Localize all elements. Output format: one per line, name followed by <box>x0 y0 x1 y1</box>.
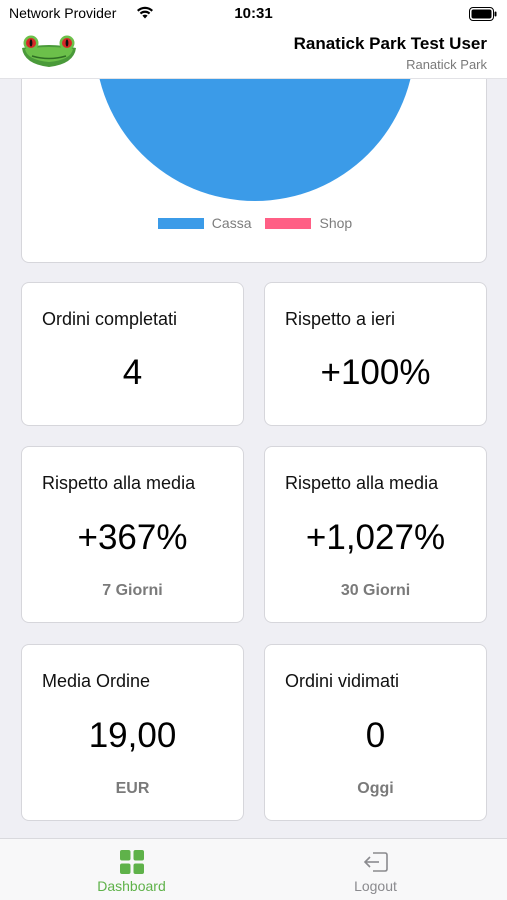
stat-card-vs-avg-7-days: Rispetto alla media +367% 7 Giorni <box>21 446 244 623</box>
chart-legend: Cassa Shop <box>22 214 486 232</box>
logout-icon <box>363 852 388 872</box>
stat-card-validated-orders: Ordini vidimati 0 Oggi <box>264 644 487 821</box>
card-title: Rispetto a ieri <box>285 309 396 329</box>
legend-label: Shop <box>319 215 353 231</box>
card-title: Rispetto alla media <box>42 473 196 493</box>
card-value: +367% <box>77 518 188 557</box>
app-header: Ranatick Park Test User Ranatick Park <box>0 28 507 79</box>
card-title: Ordini vidimati <box>285 671 400 691</box>
stat-card-vs-avg-30-days: Rispetto alla media +1,027% 30 Giorni <box>264 446 487 623</box>
grid-icon <box>119 850 144 874</box>
tab-label: Logout <box>354 878 397 894</box>
legend-swatch <box>265 217 312 229</box>
legend-swatch <box>157 217 204 229</box>
park-name: Ranatick Park <box>406 57 487 72</box>
stat-card-completed-orders: Ordini completati 4 <box>21 282 244 426</box>
pie-slice-cassa <box>96 61 414 201</box>
frog-logo-icon <box>22 35 76 67</box>
legend-label: Cassa <box>211 215 252 231</box>
stat-card-avg-order: Media Ordine 19,00 EUR <box>21 644 244 821</box>
card-title: Media Ordine <box>42 671 151 691</box>
user-name: Ranatick Park Test User <box>293 34 487 53</box>
status-bar: Network Provider 10:31 <box>0 0 507 28</box>
card-subtitle: 30 Giorni <box>340 582 411 599</box>
status-time: 10:31 <box>234 5 273 22</box>
card-title: Rispetto alla media <box>285 473 439 493</box>
tab-logout[interactable]: Logout <box>249 839 502 900</box>
pie-chart <box>96 61 414 201</box>
card-value: 4 <box>122 353 143 392</box>
stat-card-vs-yesterday: Rispetto a ieri +100% <box>264 282 487 426</box>
tab-label: Dashboard <box>97 878 166 894</box>
tab-dashboard[interactable]: Dashboard <box>5 839 258 900</box>
tab-bar: Dashboard Logout <box>0 838 507 900</box>
legend-item-shop: Shop <box>265 215 352 231</box>
legend-item-cassa: Cassa <box>157 215 252 231</box>
card-value: +100% <box>320 353 431 392</box>
card-value: 19,00 <box>88 716 177 755</box>
sales-chart-card: Cassa Shop <box>21 60 487 263</box>
card-value: +1,027% <box>305 518 446 557</box>
card-subtitle: EUR <box>115 780 150 797</box>
card-value: 0 <box>365 716 386 755</box>
card-subtitle: Oggi <box>357 780 394 797</box>
card-subtitle: 7 Giorni <box>102 582 163 599</box>
card-title: Ordini completati <box>42 309 178 329</box>
battery-icon <box>469 7 497 21</box>
